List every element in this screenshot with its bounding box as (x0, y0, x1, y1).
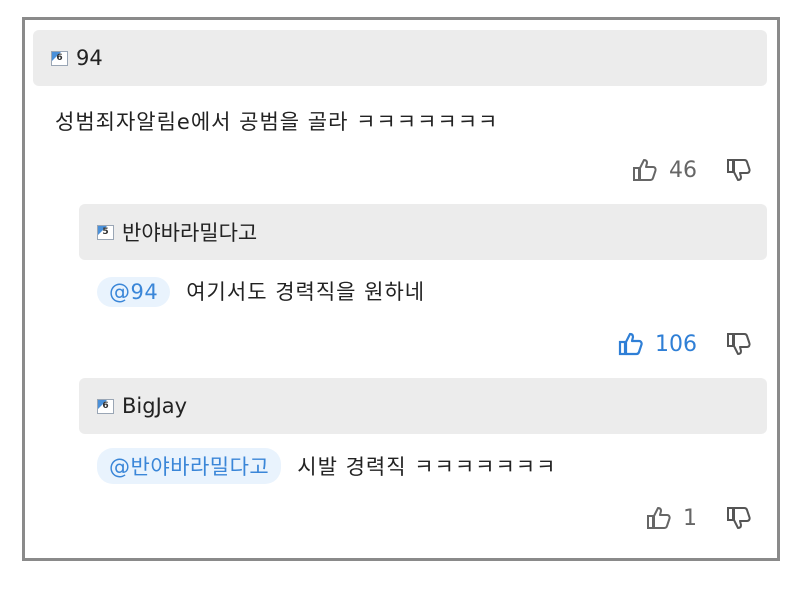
thumbs-down-icon[interactable] (725, 504, 753, 532)
reply-header: 5 반야바라밀다고 (79, 204, 767, 260)
reply-text: @94 여기서도 경력직을 원하네 (97, 276, 425, 307)
mention-tag[interactable]: @반야바라밀다고 (97, 448, 282, 484)
level-badge-icon: 5 (97, 224, 114, 240)
like-count: 46 (669, 157, 697, 183)
mention-tag[interactable]: @94 (97, 277, 171, 307)
reply-actions: 1 (645, 504, 753, 532)
thumbs-up-icon[interactable] (617, 330, 645, 358)
comment-author[interactable]: 94 (76, 46, 103, 70)
reply-header: 6 BigJay (79, 378, 767, 434)
thumbs-down-icon[interactable] (725, 156, 753, 184)
level-badge-icon: 6 (97, 398, 114, 414)
thumbs-down-icon[interactable] (725, 330, 753, 358)
comment-thread: 6 94 성범죄자알림e에서 공범을 골라 ㅋㅋㅋㅋㅋㅋㅋ 46 5 반야바라밀… (22, 17, 780, 561)
reply-text: @반야바라밀다고 시발 경력직 ㅋㅋㅋㅋㅋㅋㅋ (97, 448, 556, 484)
comment-author[interactable]: 반야바라밀다고 (122, 217, 257, 247)
comment-author[interactable]: BigJay (122, 394, 187, 418)
thumbs-up-icon[interactable] (645, 504, 673, 532)
comment-actions: 46 (631, 156, 753, 184)
comment-header: 6 94 (33, 30, 767, 86)
level-badge-icon: 6 (51, 50, 68, 66)
comment-text: 성범죄자알림e에서 공범을 골라 ㅋㅋㅋㅋㅋㅋㅋ (55, 110, 499, 134)
reply-actions: 106 (617, 330, 753, 358)
thumbs-up-icon[interactable] (631, 156, 659, 184)
like-count: 106 (655, 331, 697, 357)
like-count: 1 (683, 505, 697, 531)
